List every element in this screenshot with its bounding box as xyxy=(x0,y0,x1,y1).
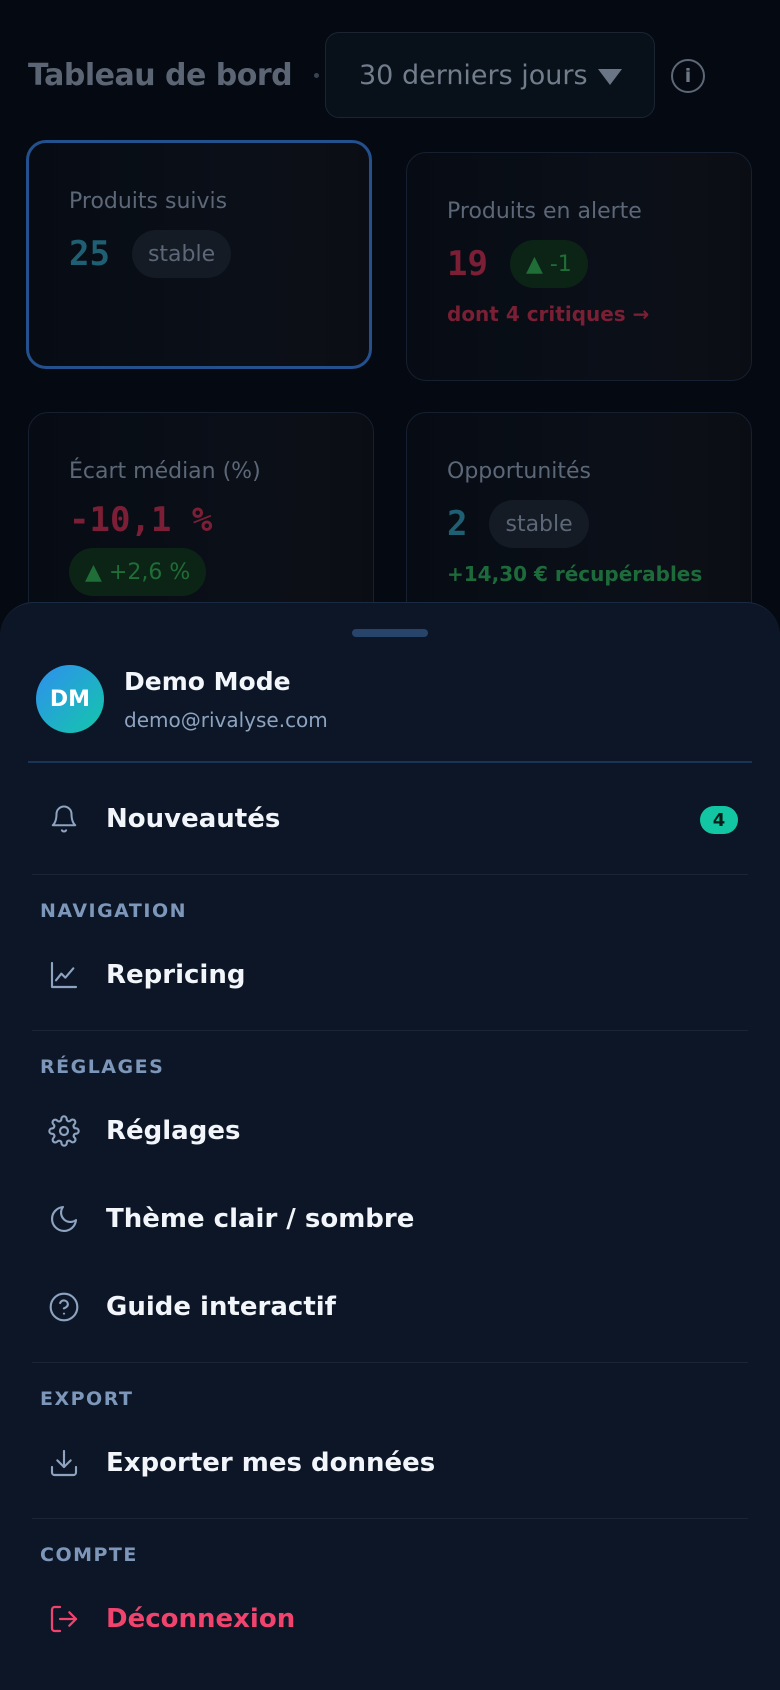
section-divider xyxy=(32,1518,748,1519)
download-icon xyxy=(46,1445,82,1481)
section-label-export: EXPORT xyxy=(40,1388,134,1410)
menu-item-logout[interactable]: Déconnexion xyxy=(28,1579,752,1659)
bell-icon xyxy=(46,801,82,837)
section-divider xyxy=(32,1030,748,1031)
profile-divider xyxy=(28,761,752,763)
kpi-value: 25 xyxy=(69,234,110,274)
section-divider xyxy=(32,1362,748,1363)
menu-item-export-data[interactable]: Exporter mes données xyxy=(28,1423,752,1503)
menu-item-repricing[interactable]: Repricing xyxy=(28,935,752,1015)
dashboard-header: Tableau de bord 30 derniers jours i xyxy=(28,32,705,118)
menu-item-label: Nouveautés xyxy=(106,804,281,834)
menu-item-label: Réglages xyxy=(106,1116,241,1146)
info-icon-glyph: i xyxy=(684,65,692,87)
menu-item-news[interactable]: Nouveautés 4 xyxy=(28,779,752,859)
gear-icon xyxy=(46,1113,82,1149)
section-label-navigation: NAVIGATION xyxy=(40,900,187,922)
trend-pill: ▲ -1 xyxy=(509,240,588,288)
title-separator-dot xyxy=(314,72,320,78)
info-icon[interactable]: i xyxy=(671,59,705,93)
period-select[interactable]: 30 derniers jours xyxy=(325,32,655,118)
avatar: DM xyxy=(36,665,104,733)
menu-item-interactive-guide[interactable]: Guide interactif xyxy=(28,1267,752,1347)
kpi-value: 19 xyxy=(447,244,488,284)
trend-pill: stable xyxy=(489,500,589,548)
user-profile: DM Demo Mode demo@rivalyse.com xyxy=(36,665,328,733)
kpi-card-alert-products[interactable]: Produits en alerte 19 ▲ -1 dont 4 critiq… xyxy=(406,152,752,381)
news-count-badge: 4 xyxy=(700,806,738,834)
page-title: Tableau de bord xyxy=(28,57,293,93)
user-name: Demo Mode xyxy=(124,666,291,696)
trend-pill: stable xyxy=(131,230,232,278)
line-chart-icon xyxy=(46,957,82,993)
kpi-value: 2 xyxy=(447,504,468,544)
user-email: demo@rivalyse.com xyxy=(124,707,328,732)
account-menu-sheet: DM Demo Mode demo@rivalyse.com Nouveauté… xyxy=(0,602,780,1690)
menu-item-label: Guide interactif xyxy=(106,1292,336,1322)
section-divider xyxy=(32,874,748,875)
kpi-card-tracked-products[interactable]: Produits suivis 25 stable xyxy=(26,140,372,369)
help-circle-icon xyxy=(46,1289,82,1325)
menu-item-settings[interactable]: Réglages xyxy=(28,1091,752,1171)
menu-item-label: Exporter mes données xyxy=(106,1448,436,1478)
trend-pill: ▲ +2,6 % xyxy=(69,548,207,596)
kpi-label: Produits en alerte xyxy=(447,199,642,224)
section-label-settings: RÉGLAGES xyxy=(40,1056,165,1078)
caret-down-icon xyxy=(598,69,622,85)
moon-icon xyxy=(46,1201,82,1237)
recoverable-amount: +14,30 € récupérables xyxy=(447,562,703,586)
menu-item-theme-toggle[interactable]: Thème clair / sombre xyxy=(28,1179,752,1259)
critical-link[interactable]: dont 4 critiques → xyxy=(447,302,711,326)
kpi-label: Produits suivis xyxy=(69,189,228,214)
menu-item-label: Thème clair / sombre xyxy=(106,1204,415,1234)
kpi-label: Écart médian (%) xyxy=(69,459,261,484)
period-select-value: 30 derniers jours xyxy=(359,59,588,91)
page: Tableau de bord 30 derniers jours i Prod… xyxy=(0,0,780,1690)
menu-item-label: Déconnexion xyxy=(106,1604,296,1634)
logout-icon xyxy=(46,1601,82,1637)
kpi-value: -10,1 % xyxy=(69,500,213,540)
section-label-account: COMPTE xyxy=(40,1544,138,1566)
menu-item-label: Repricing xyxy=(106,960,246,990)
kpi-label: Opportunités xyxy=(447,459,591,484)
sheet-drag-handle[interactable] xyxy=(352,629,428,637)
